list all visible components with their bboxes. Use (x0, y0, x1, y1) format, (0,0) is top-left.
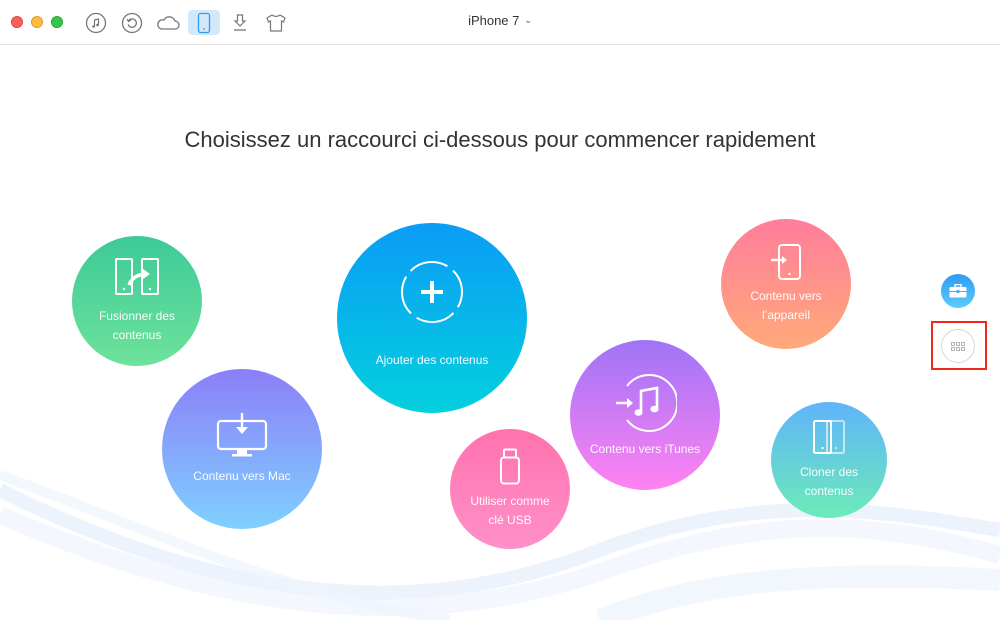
shortcut-label: Ajouter des contenus (375, 352, 489, 367)
highlight-annotation-box (931, 321, 987, 370)
itunes-icon (616, 373, 677, 432)
shortcut-label: contenus (112, 328, 162, 342)
shortcut-content-to-device[interactable]: Contenu vers l’appareil (721, 219, 851, 349)
page-headline: Choisissez un raccourci ci-dessous pour … (184, 127, 816, 152)
shortcut-label: Contenu vers Mac (193, 468, 291, 483)
title-bar: iPhone 7 ⌄ (0, 0, 1000, 45)
to-device-icon (771, 244, 801, 280)
shortcut-content-to-itunes[interactable]: Contenu vers iTunes (570, 340, 720, 490)
toolbox-button[interactable] (941, 274, 975, 308)
add-icon (401, 260, 463, 323)
shortcut-label: Fusionner des (98, 309, 176, 323)
shortcut-merge-contents[interactable]: Fusionner des contenus (72, 236, 202, 366)
toolbox-icon (949, 284, 967, 298)
merge-icon (115, 258, 159, 295)
shortcut-add-contents[interactable]: Ajouter des contenus (337, 223, 527, 413)
shortcut-label: l’appareil (761, 308, 811, 322)
mac-icon (216, 412, 268, 456)
usb-icon (500, 448, 520, 485)
shortcut-label: Contenu vers (750, 289, 822, 303)
device-name[interactable]: iPhone 7 (468, 13, 519, 28)
shortcut-label: Utiliser comme (470, 494, 550, 508)
shortcut-content-to-mac[interactable]: Contenu vers Mac (162, 369, 322, 529)
shortcut-use-as-usb[interactable]: Utiliser comme clé USB (450, 429, 570, 549)
clone-icon (813, 420, 845, 454)
shortcut-label: clé USB (488, 513, 532, 527)
shortcut-label: contenus (804, 484, 854, 498)
shortcut-label: Cloner des (799, 465, 859, 479)
app-window: iPhone 7 ⌄ Choisissez un raccourci ci-des… (0, 0, 1000, 620)
device-selector[interactable]: iPhone 7 ⌄ (0, 13, 1000, 28)
shortcut-clone-contents[interactable]: Cloner des contenus (771, 402, 887, 518)
shortcut-label: Contenu vers iTunes (589, 441, 701, 456)
chevron-down-icon: ⌄ (524, 15, 532, 25)
